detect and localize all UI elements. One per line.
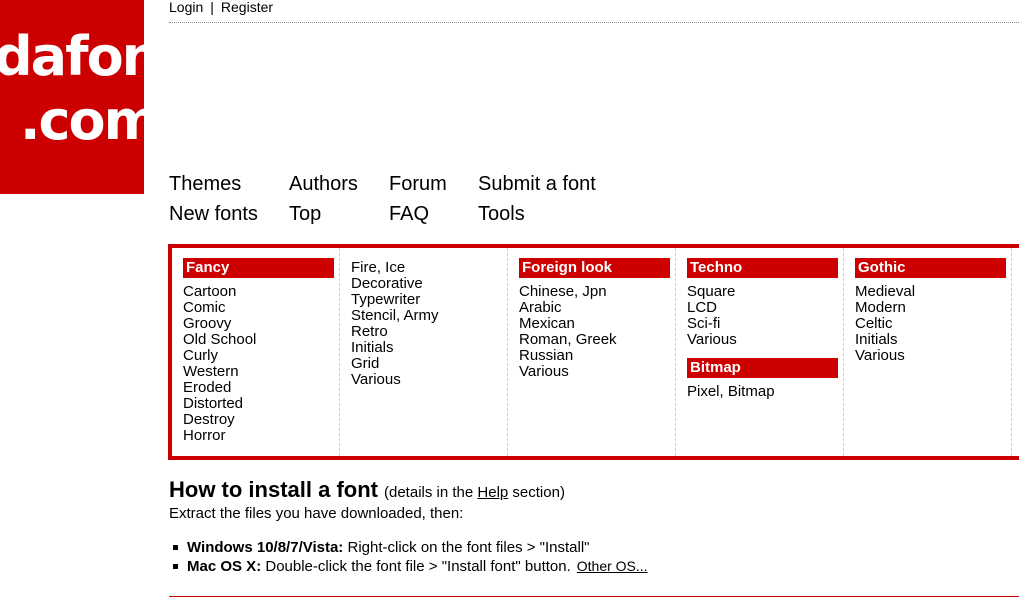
category-list: Square LCD Sci-fi Various: [687, 284, 838, 348]
category-link[interactable]: Roman, Greek: [519, 332, 670, 348]
category-link[interactable]: Celtic: [855, 316, 1006, 332]
install-step-windows: Windows 10/8/7/Vista: Right-click on the…: [173, 538, 1009, 557]
category-link[interactable]: Comic: [183, 300, 334, 316]
install-extract-text: Extract the files you have downloaded, t…: [169, 505, 464, 522]
category-link[interactable]: Initials: [351, 340, 502, 356]
nav-new-fonts[interactable]: New fonts: [169, 203, 258, 226]
nav-forum[interactable]: Forum: [389, 173, 447, 196]
nav-tools[interactable]: Tools: [478, 203, 525, 226]
windows-text: Right-click on the font files > "Install…: [347, 539, 590, 556]
install-title: How to install a font: [169, 477, 378, 502]
category-list: Fire, Ice Decorative Typewriter Stencil,…: [351, 260, 502, 388]
category-link[interactable]: Eroded: [183, 380, 334, 396]
category-link[interactable]: Various: [855, 348, 1006, 364]
register-link[interactable]: Register: [221, 0, 273, 15]
nav-faq[interactable]: FAQ: [389, 203, 429, 226]
category-link[interactable]: Curly: [183, 348, 334, 364]
install-step-mac: Mac OS X: Double-click the font file > "…: [173, 557, 1009, 576]
install-details-suffix: section): [512, 484, 565, 501]
category-link[interactable]: Retro: [351, 324, 502, 340]
category-column-foreign: Foreign look Chinese, Jpn Arabic Mexican…: [508, 248, 676, 456]
category-link[interactable]: Arabic: [519, 300, 670, 316]
category-link[interactable]: Stencil, Army: [351, 308, 502, 324]
nav-top[interactable]: Top: [289, 203, 321, 226]
user-bar-separator: |: [210, 0, 214, 15]
dafont-logo[interactable]: dafont .com: [0, 0, 144, 194]
nav-themes[interactable]: Themes: [169, 173, 241, 196]
category-column-techno: Techno Square LCD Sci-fi Various Bitmap …: [676, 248, 844, 456]
nav-submit-font[interactable]: Submit a font: [478, 173, 596, 196]
install-section: How to install a font (details in the Hel…: [169, 477, 1009, 576]
category-header-fancy[interactable]: Fancy: [183, 258, 334, 278]
logo-text-line2: .com: [20, 89, 144, 152]
category-header-foreign-look[interactable]: Foreign look: [519, 258, 670, 278]
category-link[interactable]: Pixel, Bitmap: [687, 384, 838, 400]
mac-label: Mac OS X:: [187, 558, 262, 575]
category-column-gothic: Gothic Medieval Modern Celtic Initials V…: [844, 248, 1012, 456]
nav-authors[interactable]: Authors: [289, 173, 358, 196]
category-header-bitmap[interactable]: Bitmap: [687, 358, 838, 378]
dotted-divider: [169, 22, 1019, 23]
category-link[interactable]: Various: [351, 372, 502, 388]
category-link[interactable]: Modern: [855, 300, 1006, 316]
category-link[interactable]: LCD: [687, 300, 838, 316]
category-link[interactable]: Russian: [519, 348, 670, 364]
category-link[interactable]: Grid: [351, 356, 502, 372]
category-column-fancy: Fancy Cartoon Comic Groovy Old School Cu…: [172, 248, 340, 456]
category-link[interactable]: Cartoon: [183, 284, 334, 300]
install-steps: Windows 10/8/7/Vista: Right-click on the…: [169, 538, 1009, 576]
category-column-fancy-more: Fire, Ice Decorative Typewriter Stencil,…: [340, 248, 508, 456]
install-details-prefix: (details in the: [384, 484, 474, 501]
category-list: Cartoon Comic Groovy Old School Curly We…: [183, 284, 334, 444]
category-list: Pixel, Bitmap: [687, 384, 838, 400]
category-link[interactable]: Distorted: [183, 396, 334, 412]
category-link[interactable]: Chinese, Jpn: [519, 284, 670, 300]
category-link[interactable]: Groovy: [183, 316, 334, 332]
category-link[interactable]: Medieval: [855, 284, 1006, 300]
mac-text: Double-click the font file > "Install fo…: [265, 558, 571, 575]
category-list: Chinese, Jpn Arabic Mexican Roman, Greek…: [519, 284, 670, 380]
category-link[interactable]: Decorative: [351, 276, 502, 292]
windows-label: Windows 10/8/7/Vista:: [187, 539, 344, 556]
category-link[interactable]: Sci-fi: [687, 316, 838, 332]
category-header-techno[interactable]: Techno: [687, 258, 838, 278]
category-link[interactable]: Old School: [183, 332, 334, 348]
other-os-link[interactable]: Other OS...: [577, 558, 648, 574]
help-link[interactable]: Help: [477, 484, 508, 501]
category-header-gothic[interactable]: Gothic: [855, 258, 1006, 278]
category-link[interactable]: Western: [183, 364, 334, 380]
user-bar: Login | Register: [169, 0, 273, 14]
category-link[interactable]: Square: [687, 284, 838, 300]
install-details: (details in the Help section): [384, 484, 565, 501]
category-link[interactable]: Horror: [183, 428, 334, 444]
category-link[interactable]: Destroy: [183, 412, 334, 428]
category-link[interactable]: Fire, Ice: [351, 260, 502, 276]
logo-text-line1: dafont: [0, 25, 144, 88]
category-link[interactable]: Various: [519, 364, 670, 380]
category-link[interactable]: Mexican: [519, 316, 670, 332]
login-link[interactable]: Login: [169, 0, 203, 15]
category-link[interactable]: Various: [687, 332, 838, 348]
category-link[interactable]: Typewriter: [351, 292, 502, 308]
category-link[interactable]: Initials: [855, 332, 1006, 348]
category-box: Fancy Cartoon Comic Groovy Old School Cu…: [168, 244, 1019, 460]
category-list: Medieval Modern Celtic Initials Various: [855, 284, 1006, 364]
